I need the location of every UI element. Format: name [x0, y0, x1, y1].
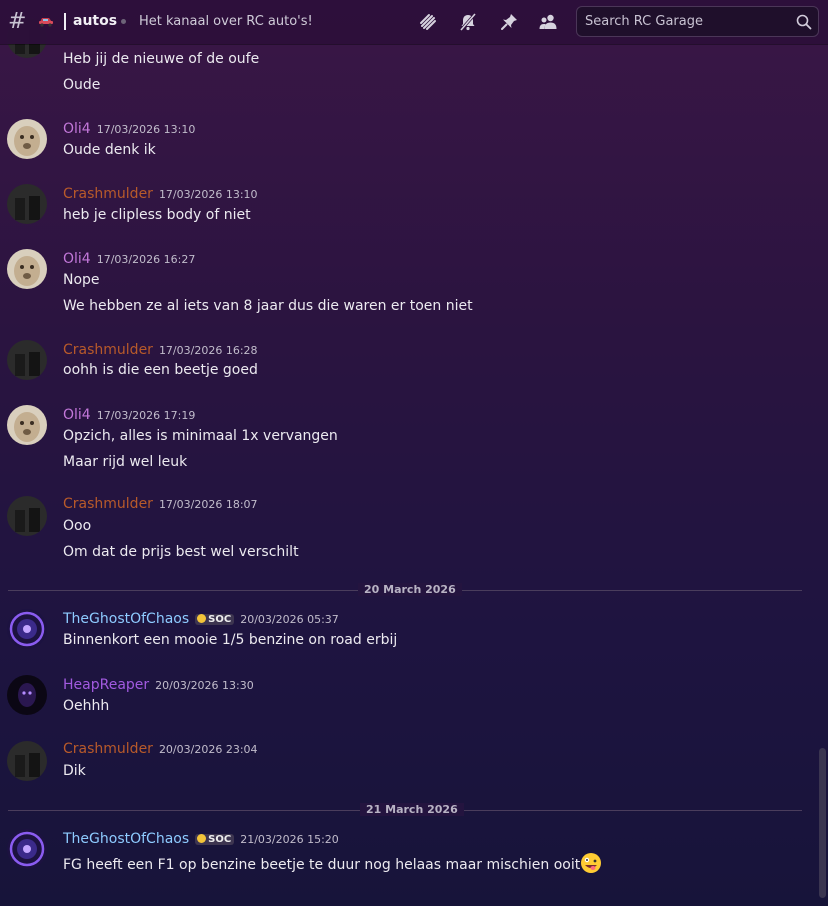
scrollbar-thumb[interactable] [819, 748, 826, 898]
message-header: Oli4 17/03/2026 13:10 [63, 121, 195, 137]
author-name[interactable]: Oli4 [63, 251, 91, 267]
pin-icon[interactable] [499, 12, 519, 32]
date-divider-label: 20 March 2026 [358, 583, 462, 596]
timestamp: 17/03/2026 18:07 [158, 498, 258, 511]
author-name[interactable]: Crashmulder [63, 741, 153, 757]
message-text: Heb jij de nieuwe of de oufe [63, 51, 260, 67]
timestamp: 17/03/2026 16:28 [158, 344, 258, 357]
message-text: We hebben ze al iets van 8 jaar dus die … [63, 298, 473, 314]
message-text: Nope [63, 272, 100, 288]
author-name[interactable]: HeapReaper [63, 677, 149, 693]
members-icon[interactable] [538, 12, 558, 32]
message-text: Ooo [63, 518, 92, 534]
timestamp: 20/03/2026 23:04 [158, 743, 258, 756]
channel-name: autos [73, 13, 118, 29]
channel-topic[interactable]: Het kanaal over RC auto's! [139, 14, 313, 29]
message-header: Crashmulder 17/03/2026 16:28 [63, 342, 258, 358]
timestamp: 17/03/2026 13:10 [158, 188, 258, 201]
hash-icon: # [8, 9, 27, 34]
author-name[interactable]: Oli4 [63, 407, 91, 423]
message-text: Oehhh [63, 698, 110, 714]
car-emoji-icon [39, 18, 53, 27]
avatar[interactable] [7, 829, 47, 869]
author-name[interactable]: TheGhostOfChaos [63, 831, 189, 847]
avatar[interactable] [7, 249, 47, 289]
separator [64, 13, 66, 30]
timestamp: 17/03/2026 13:10 [96, 123, 196, 136]
search-box[interactable]: Search RC Garage [576, 6, 819, 37]
message-header: Oli4 17/03/2026 17:19 [63, 407, 195, 423]
channel-header: # autos Het kanaal over RC auto's! Searc… [0, 0, 828, 44]
author-name[interactable]: Crashmulder [63, 186, 153, 202]
server-tag-icon [197, 614, 207, 623]
avatar[interactable] [7, 119, 47, 159]
author-name[interactable]: Crashmulder [63, 496, 153, 512]
message-text: Opzich, alles is minimaal 1x vervangen [63, 428, 338, 444]
avatar[interactable] [7, 675, 47, 715]
message-header: Crashmulder 20/03/2026 23:04 [63, 741, 258, 757]
tag-badge: SOC [195, 834, 235, 845]
timestamp: 21/03/2026 15:20 [240, 833, 339, 846]
message-text: Maar rijd wel leuk [63, 454, 188, 470]
message-header: TheGhostOfChaos SOC 20/03/2026 05:37 [63, 611, 339, 627]
topic-dot [121, 19, 126, 24]
avatar[interactable] [7, 741, 47, 781]
message-list[interactable]: Heb jij de nieuwe of de oufe Oude Oli4 17… [0, 18, 818, 906]
message-text: FG heeft een F1 op benzine beetje te duu… [63, 852, 602, 874]
composer-edge [0, 900, 828, 906]
zany-face-emoji-icon [581, 853, 602, 873]
message-header: TheGhostOfChaos SOC 21/03/2026 15:20 [63, 831, 339, 847]
author-name[interactable]: Crashmulder [63, 342, 153, 358]
avatar[interactable] [7, 609, 47, 649]
threads-icon[interactable] [418, 12, 438, 32]
author-name[interactable]: Oli4 [63, 121, 91, 137]
message-header: Crashmulder 17/03/2026 18:07 [63, 496, 258, 512]
avatar[interactable] [7, 184, 47, 224]
message-text: Dik [63, 763, 86, 779]
timestamp: 20/03/2026 05:37 [240, 613, 339, 626]
message-text: oohh is die een beetje goed [63, 362, 258, 378]
message-header: Oli4 17/03/2026 16:27 [63, 251, 195, 267]
message-text: Oude [63, 77, 101, 93]
message-text: Oude denk ik [63, 142, 156, 158]
search-icon [796, 14, 812, 30]
author-name[interactable]: TheGhostOfChaos [63, 611, 189, 627]
message-text: Om dat de prijs best wel verschilt [63, 544, 299, 560]
avatar[interactable] [7, 340, 47, 380]
message-text: Binnenkort een mooie 1/5 benzine on road… [63, 632, 398, 648]
avatar[interactable] [7, 496, 47, 536]
timestamp: 17/03/2026 17:19 [96, 409, 196, 422]
date-divider-label: 21 March 2026 [360, 803, 464, 816]
server-tag-icon [197, 834, 207, 843]
search-placeholder: Search RC Garage [585, 14, 703, 29]
message-header: HeapReaper 20/03/2026 13:30 [63, 677, 254, 693]
notifications-muted-icon[interactable] [458, 12, 478, 32]
avatar[interactable] [7, 405, 47, 445]
timestamp: 20/03/2026 13:30 [155, 679, 254, 692]
message-text: heb je clipless body of niet [63, 207, 251, 223]
message-header: Crashmulder 17/03/2026 13:10 [63, 186, 258, 202]
timestamp: 17/03/2026 16:27 [96, 253, 196, 266]
tag-badge: SOC [195, 614, 235, 625]
